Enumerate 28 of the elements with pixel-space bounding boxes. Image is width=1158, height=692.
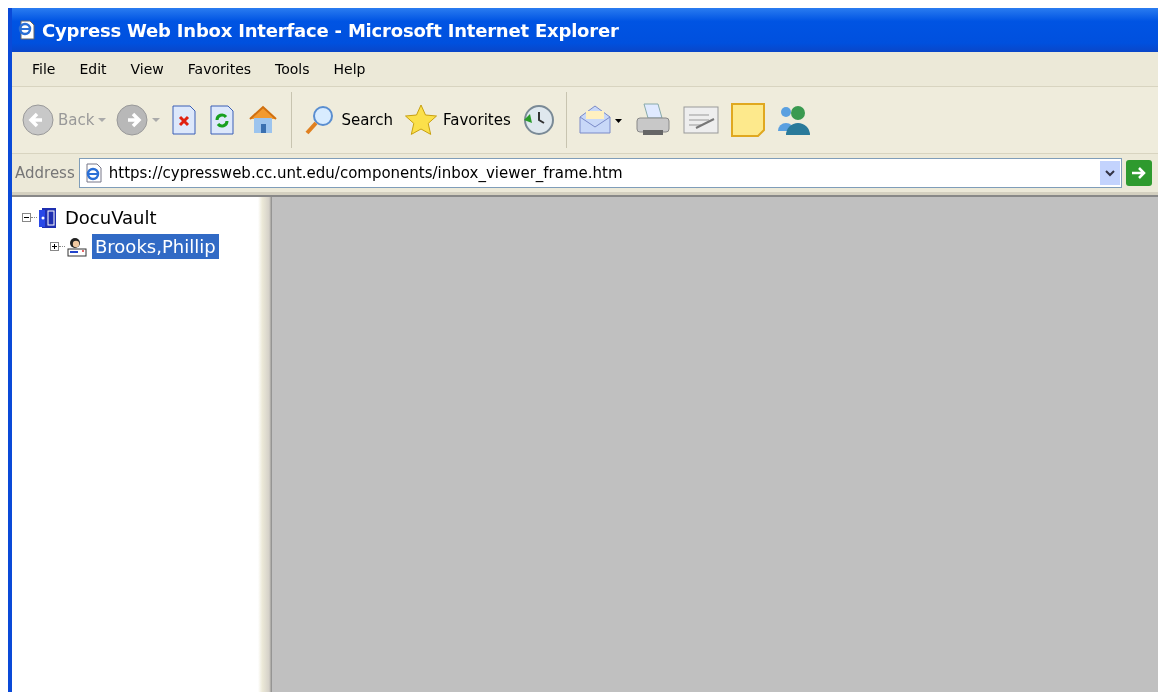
menu-item[interactable]: File bbox=[20, 61, 68, 77]
caret-icon bbox=[152, 117, 161, 123]
forward-button[interactable] bbox=[114, 102, 163, 138]
menu-item[interactable]: Tools bbox=[263, 61, 322, 77]
frame-splitter[interactable] bbox=[258, 197, 272, 692]
web-page-icon bbox=[83, 163, 104, 183]
vault-door-icon bbox=[38, 206, 58, 229]
address-field[interactable]: https://cypressweb.cc.unt.edu/components/inbox_viewer_frame.htm bbox=[78, 158, 1122, 188]
tree-item[interactable]: DocuVault bbox=[62, 205, 160, 230]
person-card-icon bbox=[66, 236, 88, 257]
menu-item[interactable]: Favorites bbox=[175, 61, 264, 77]
search-button[interactable]: Search bbox=[301, 101, 395, 139]
menu-item[interactable]: Help bbox=[321, 61, 378, 77]
menu-item[interactable]: Edit bbox=[67, 61, 119, 77]
tree-item[interactable]: Brooks,Phillip bbox=[92, 234, 219, 259]
right-arrow-icon bbox=[1131, 166, 1147, 180]
go-button[interactable] bbox=[1126, 160, 1152, 186]
expand-toggle[interactable] bbox=[50, 242, 59, 251]
browser-page-icon bbox=[16, 20, 36, 40]
collapse-toggle[interactable] bbox=[22, 213, 31, 222]
chevron-down-icon bbox=[1105, 169, 1115, 177]
menu-item[interactable]: View bbox=[118, 61, 176, 77]
dropdown-button[interactable] bbox=[1100, 161, 1120, 185]
window-title: Cypress Web Inbox Interface - Microsoft Internet Explorer bbox=[42, 19, 619, 41]
address-label: Address bbox=[15, 164, 75, 182]
star-icon bbox=[402, 103, 439, 137]
caret-icon bbox=[98, 117, 107, 123]
favorites-button[interactable]: Favorites bbox=[400, 101, 513, 139]
